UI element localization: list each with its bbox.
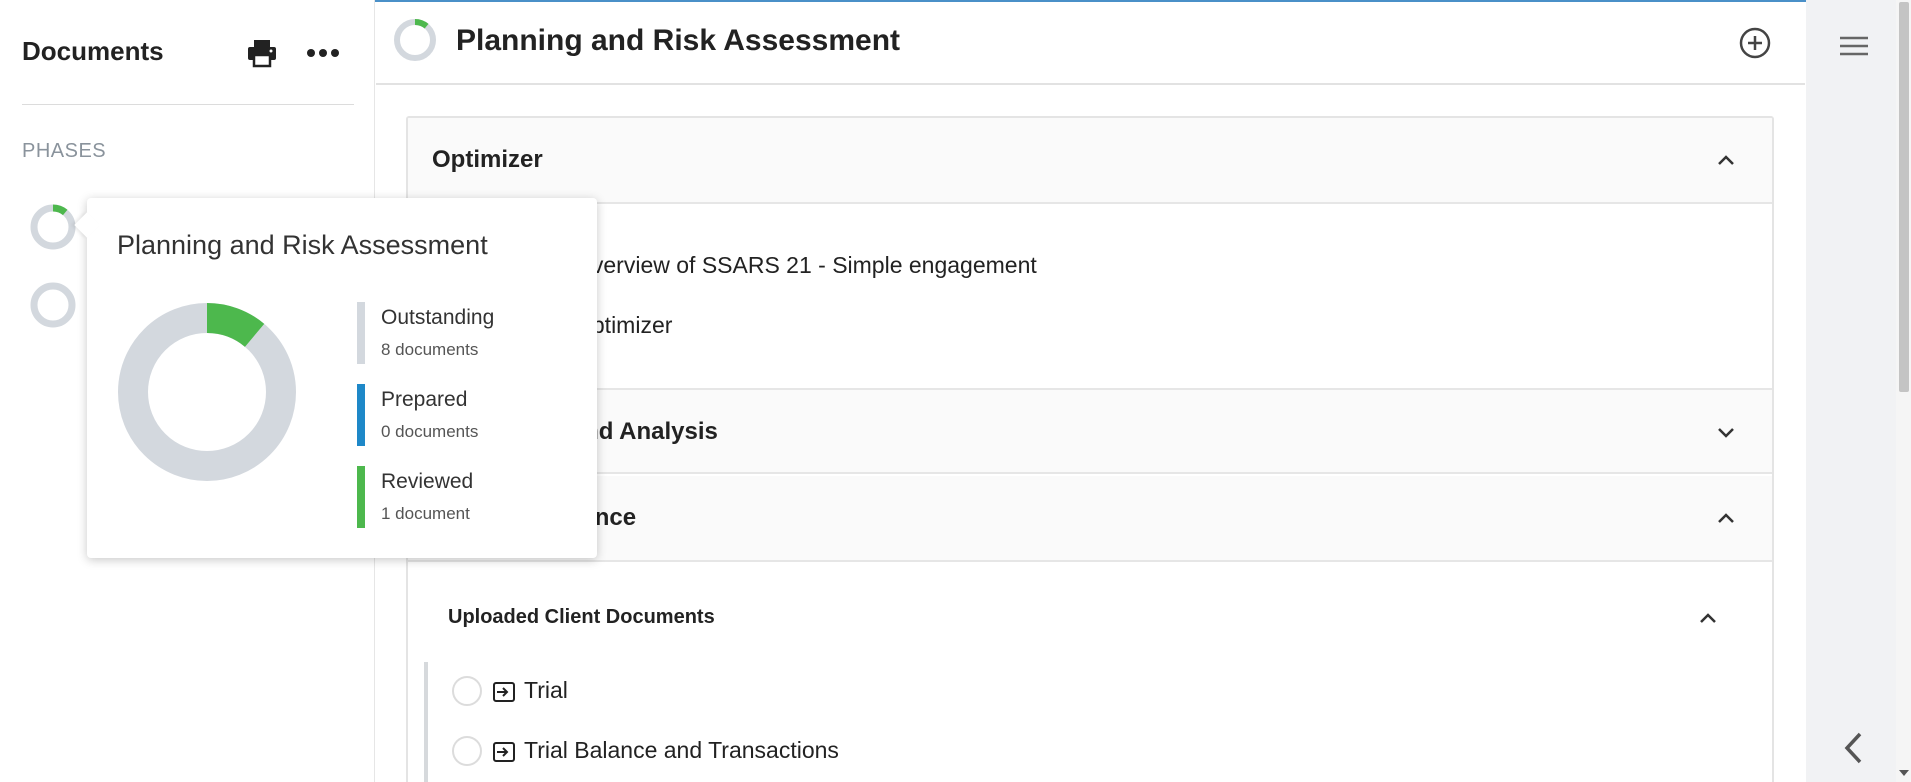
document-link-overview[interactable]: Overview of SSARS 21 - Simple engagement bbox=[574, 252, 1037, 279]
phase-summary-popover: Planning and Risk Assessment Outstanding… bbox=[74, 198, 597, 558]
legend-item-outstanding: Outstanding 8 documents bbox=[357, 302, 577, 364]
legend-label: Prepared bbox=[381, 388, 468, 411]
legend-count: 1 document bbox=[381, 504, 470, 523]
document-status-donut bbox=[118, 303, 296, 481]
document-status-radio[interactable] bbox=[452, 736, 482, 766]
chevron-up-icon[interactable] bbox=[1698, 608, 1718, 628]
document-status-radio[interactable] bbox=[452, 676, 482, 706]
uploaded-documents-list: Trial Trial Balance and Transactions bbox=[424, 662, 1724, 782]
list-item[interactable]: Trial Balance and Transactions bbox=[452, 732, 1352, 772]
legend-count: 0 documents bbox=[381, 422, 479, 441]
section-label: Optimizer bbox=[432, 146, 543, 173]
legend-swatch bbox=[357, 466, 365, 528]
legend-label: Reviewed bbox=[381, 470, 474, 493]
phases-heading: PHASES bbox=[22, 140, 107, 162]
document-title: Overview of SSARS 21 - Simple engagement bbox=[574, 252, 1037, 278]
scroll-down-arrow-icon[interactable] bbox=[1899, 770, 1909, 776]
chevron-up-icon[interactable] bbox=[1716, 508, 1736, 528]
add-circle-icon[interactable] bbox=[1738, 26, 1772, 60]
import-file-icon bbox=[492, 741, 516, 763]
right-rail bbox=[1806, 0, 1896, 782]
document-title: Trial bbox=[524, 677, 568, 703]
chevron-up-icon[interactable] bbox=[1716, 150, 1736, 170]
chevron-down-icon[interactable] bbox=[1716, 422, 1736, 442]
sidebar-title: Documents bbox=[22, 36, 164, 66]
legend-count: 8 documents bbox=[381, 340, 479, 359]
popover-title: Planning and Risk Assessment bbox=[117, 230, 488, 260]
legend-item-reviewed: Reviewed 1 document bbox=[357, 466, 577, 528]
vertical-scrollbar[interactable] bbox=[1896, 0, 1911, 782]
section-header-client-acceptance[interactable]: Client acceptance bbox=[408, 476, 1772, 562]
more-horizontal-icon[interactable] bbox=[304, 38, 342, 68]
import-file-icon bbox=[492, 681, 516, 703]
legend-item-prepared: Prepared 0 documents bbox=[357, 384, 577, 446]
subsection-header-uploaded-client-documents[interactable]: Uploaded Client Documents bbox=[448, 600, 1738, 640]
list-item[interactable]: Trial bbox=[452, 672, 1352, 712]
sidebar-divider bbox=[22, 104, 354, 105]
hamburger-menu-icon[interactable] bbox=[1838, 34, 1870, 58]
subsection-label: Uploaded Client Documents bbox=[448, 606, 715, 628]
section-header-procedures[interactable]: Procedures and Analysis bbox=[408, 388, 1772, 474]
phase-content-card: Optimizer Overview of SSARS 21 - Simple … bbox=[406, 116, 1774, 782]
phase-progress-ring-2[interactable] bbox=[28, 280, 78, 330]
page-title: Planning and Risk Assessment bbox=[456, 24, 901, 57]
section-header-optimizer[interactable]: Optimizer bbox=[408, 118, 1772, 204]
scrollbar-thumb[interactable] bbox=[1899, 2, 1909, 392]
printer-icon[interactable] bbox=[246, 38, 278, 68]
phase-header: Planning and Risk Assessment bbox=[376, 2, 1805, 85]
chevron-left-icon[interactable] bbox=[1840, 730, 1868, 766]
legend-label: Outstanding bbox=[381, 306, 495, 329]
phase-progress-ring-planning[interactable] bbox=[28, 202, 78, 252]
legend-swatch bbox=[357, 384, 365, 446]
phase-progress-ring bbox=[392, 17, 438, 63]
legend-swatch bbox=[357, 302, 365, 364]
document-title: Trial Balance and Transactions bbox=[524, 737, 839, 763]
